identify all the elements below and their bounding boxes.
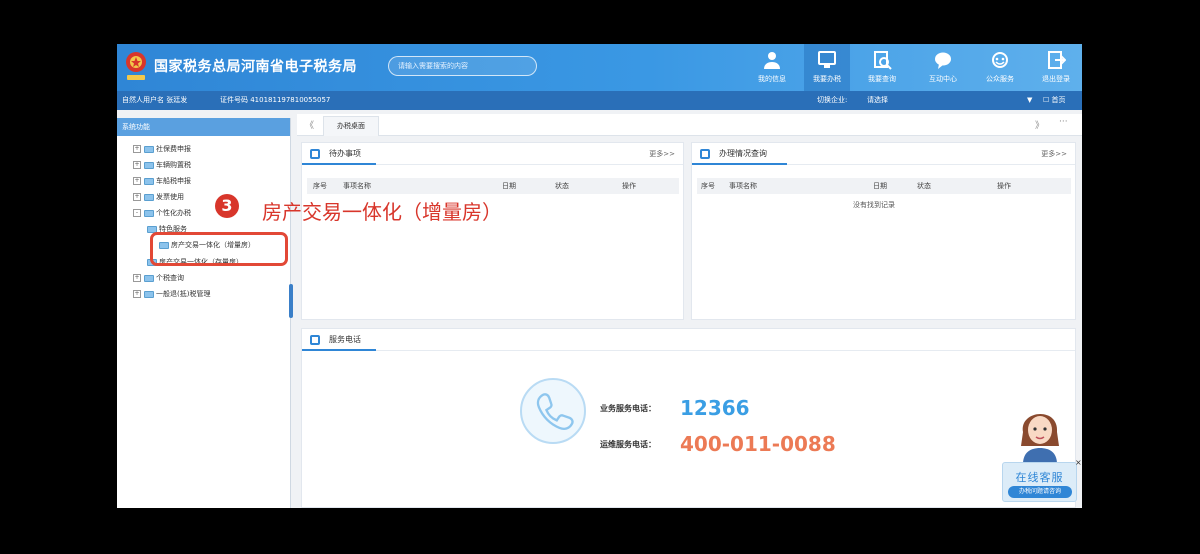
todo-title: 待办事项 <box>329 149 361 158</box>
phone-small-icon <box>310 335 320 345</box>
folder-icon <box>144 145 154 153</box>
expand-icon[interactable]: + <box>133 161 141 169</box>
expand-icon[interactable]: + <box>133 274 141 282</box>
sidebar-item-social-insurance[interactable]: + 社保费申报 <box>133 142 191 156</box>
business-phone-label: 业务服务电话： <box>600 404 656 413</box>
status-query-panel: 办理情况查询 更多>> 序号 事项名称 日期 状态 操作 没有找到记录 <box>691 142 1076 320</box>
ops-phone-number: 400-011-0088 <box>680 432 836 456</box>
nav-my-info[interactable]: 我的信息 <box>749 44 795 91</box>
nav-query[interactable]: 我要查询 <box>859 44 905 91</box>
highlight-box <box>150 232 288 266</box>
online-service-title: 在线客服 <box>1015 471 1064 484</box>
close-icon[interactable]: × <box>1075 458 1082 467</box>
site-title: 国家税务总局河南省电子税务局 <box>154 59 357 75</box>
online-service-widget[interactable]: 在线客服 办税问题请咨询 × <box>999 404 1082 508</box>
app-window: 国家税务总局河南省电子税务局 请输入需要搜索的内容 我的信息 我要办税 我要查询… <box>117 44 1082 508</box>
sidebar-title: 系统功能 <box>117 118 290 136</box>
tax-emblem-icon <box>126 52 146 80</box>
tab-more-button[interactable]: ··· <box>1059 117 1068 127</box>
status-title: 办理情况查询 <box>719 149 767 158</box>
step-number-badge: 3 <box>215 194 239 218</box>
expand-icon[interactable]: + <box>133 145 141 153</box>
search-doc-icon <box>874 51 892 70</box>
status-more-link[interactable]: 更多>> <box>1041 149 1067 159</box>
sidebar-item-vehicle-vessel-tax[interactable]: + 车船税申报 <box>133 174 191 188</box>
step-callout-text: 房产交易一体化（增量房） <box>262 200 502 224</box>
ops-phone-label: 运维服务电话： <box>600 440 656 449</box>
folder-icon <box>144 209 154 217</box>
dropdown-caret-icon[interactable]: ▼ <box>1027 91 1032 110</box>
expand-icon[interactable]: + <box>133 193 141 201</box>
user-icon <box>764 52 780 69</box>
phone-icon <box>520 378 586 444</box>
service-icon <box>992 52 1008 68</box>
sidebar-item-vehicle-purchase-tax[interactable]: + 车辆购置税 <box>133 158 191 172</box>
folder-icon <box>144 193 154 201</box>
todo-table-header: 序号 事项名称 日期 状态 操作 <box>307 178 679 194</box>
nav-public-service[interactable]: 公众服务 <box>977 44 1023 91</box>
todo-more-link[interactable]: 更多>> <box>649 149 675 159</box>
switch-company-select[interactable]: 请选择 <box>867 91 888 110</box>
todo-icon <box>310 149 320 159</box>
query-icon <box>700 149 710 159</box>
collapse-icon[interactable]: - <box>133 209 141 217</box>
business-phone-number: 12366 <box>680 396 750 420</box>
expand-icon[interactable]: + <box>133 177 141 185</box>
switch-company-label: 切换企业: <box>817 96 848 104</box>
empty-record-text: 没有找到记录 <box>853 201 895 209</box>
nav-do-tax[interactable]: 我要办税 <box>804 44 850 91</box>
logout-icon <box>1048 51 1066 69</box>
header-bar: 国家税务总局河南省电子税务局 请输入需要搜索的内容 我的信息 我要办税 我要查询… <box>117 44 1082 91</box>
sidebar-item-tax-refund[interactable]: + 一般退(抵)税管理 <box>133 287 210 301</box>
expand-icon[interactable]: + <box>133 290 141 298</box>
tab-prev-button[interactable]: 《 <box>305 118 314 131</box>
folder-icon <box>144 161 154 169</box>
sidebar-collapse-handle[interactable] <box>289 284 293 318</box>
user-name: 自然人用户名 张廷发 <box>122 96 188 104</box>
tab-tax-desktop[interactable]: 办税桌面 <box>323 116 379 136</box>
service-agent-avatar-icon <box>1021 413 1059 464</box>
sidebar-item-personal-tax-query[interactable]: + 个税查询 <box>133 271 184 285</box>
sidebar-item-personalized[interactable]: - 个性化办税 <box>133 206 191 220</box>
todo-panel: 待办事项 更多>> 序号 事项名称 日期 状态 操作 <box>301 142 684 320</box>
nav-interaction-center[interactable]: 互动中心 <box>920 44 966 91</box>
tab-next-button[interactable]: 》 <box>1035 118 1044 131</box>
tab-bar: 《 办税桌面 》 ··· <box>297 114 1082 136</box>
sidebar-item-invoice[interactable]: + 发票使用 <box>133 190 184 204</box>
folder-icon <box>144 290 154 298</box>
folder-icon <box>144 177 154 185</box>
monitor-icon <box>818 51 836 68</box>
online-service-subtitle: 办税问题请咨询 <box>1008 486 1072 498</box>
chat-icon <box>935 52 951 69</box>
home-link[interactable]: ☐ 首页 <box>1043 91 1066 110</box>
sidebar: 系统功能 + 社保费申报 + 车辆购置税 + 车船税申报 + 发票使用 - 个性化办税 特… <box>117 118 291 508</box>
user-info-bar: 自然人用户名 张廷发 证件号码 410181197810055057 切换企业:… <box>117 91 1082 110</box>
status-table-header: 序号 事项名称 日期 状态 操作 <box>697 178 1071 194</box>
service-title: 服务电话 <box>329 335 361 344</box>
nav-logout[interactable]: 退出登录 <box>1033 44 1079 91</box>
folder-icon <box>144 274 154 282</box>
search-input[interactable]: 请输入需要搜索的内容 <box>388 56 537 76</box>
id-number: 证件号码 410181197810055057 <box>220 96 331 104</box>
